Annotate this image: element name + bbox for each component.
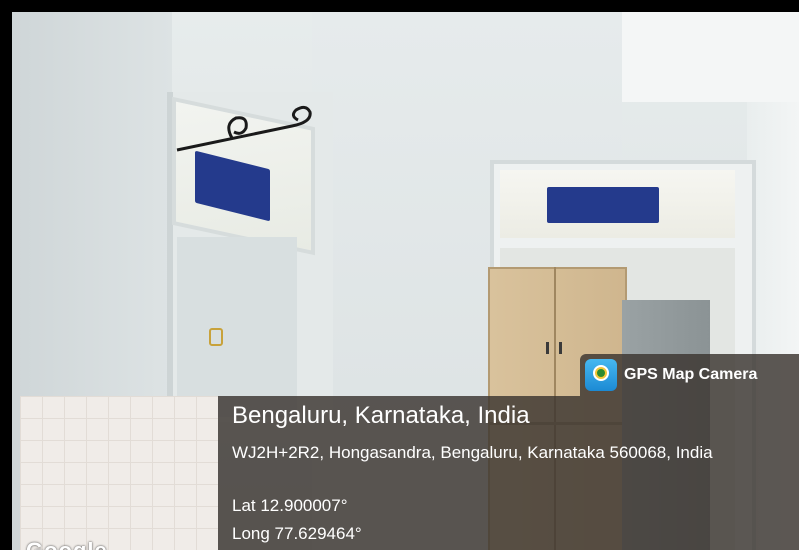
ceiling	[622, 12, 799, 102]
scroll-bracket-ornament	[176, 105, 312, 152]
photo-frame: Google GPS Map Camera Bengaluru, Karnata…	[0, 0, 799, 550]
map-thumbnail	[20, 396, 218, 550]
latitude-text: Lat 12.900007°	[232, 496, 348, 515]
address-text: WJ2H+2R2, Hongasandra, Bengaluru, Karnat…	[232, 443, 713, 462]
gps-app-badge: GPS Map Camera	[580, 354, 799, 396]
left-door	[177, 237, 297, 417]
location-info-panel: Bengaluru, Karnataka, India WJ2H+2R2, Ho…	[218, 396, 799, 550]
door-latch	[209, 328, 223, 346]
cupboard-handle-left	[546, 342, 549, 354]
app-name-label: GPS Map Camera	[624, 366, 758, 383]
gps-map-camera-app-icon	[585, 359, 617, 391]
map-logo: Google	[26, 538, 108, 550]
location-title: Bengaluru, Karnataka, India	[232, 402, 530, 429]
corridor-photo: Google GPS Map Camera Bengaluru, Karnata…	[12, 12, 799, 550]
faculty-room-sign	[547, 187, 659, 223]
longitude-text: Long 77.629464°	[232, 524, 362, 543]
cupboard-handle-right	[559, 342, 562, 354]
